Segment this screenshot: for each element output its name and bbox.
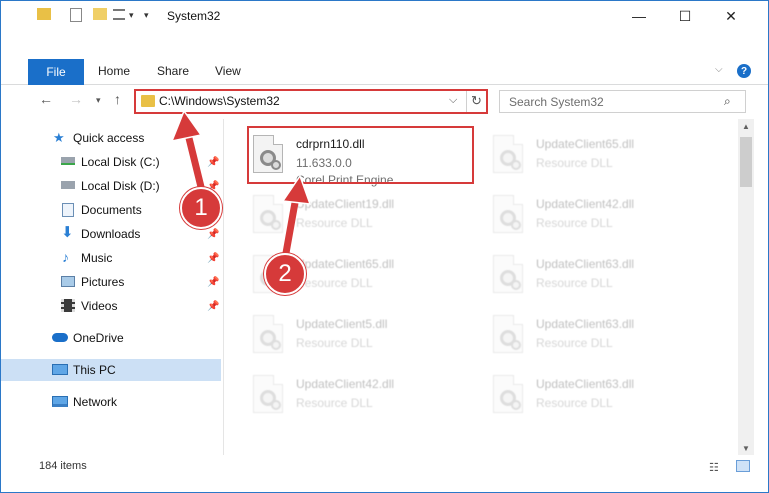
arrow-1-shaft	[184, 130, 206, 195]
explorer-window: ▾ ▾ System32 — ☐ ✕ File Home Share View …	[0, 0, 769, 493]
annotation-arrows	[170, 109, 312, 257]
arrow-2-head	[281, 174, 312, 205]
arrow-1-head	[170, 109, 203, 143]
callout-badge-2: 2	[264, 253, 306, 295]
arrow-2-shaft	[282, 193, 300, 257]
callout-badge-1: 1	[180, 187, 222, 229]
